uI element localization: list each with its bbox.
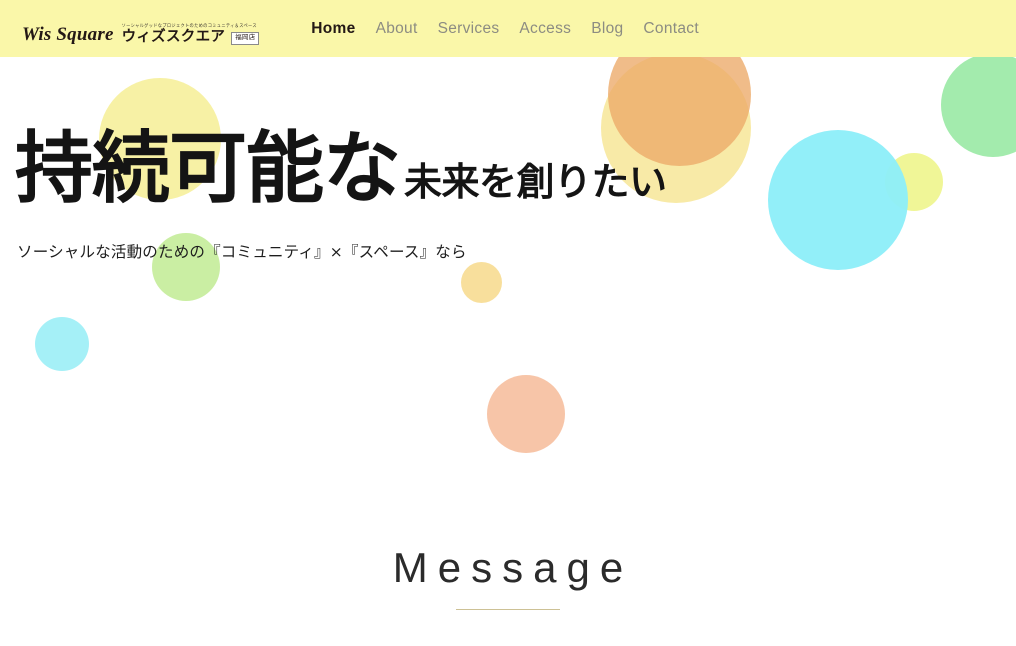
- logo-name-row: ウィズスクエア 福岡店: [122, 30, 260, 45]
- hero-title-sub: 未来を創りたい: [404, 160, 667, 204]
- message-section: Message: [0, 544, 1016, 611]
- hero-title: 持続可能な 未来を創りたい: [15, 130, 667, 208]
- hero-section: 持続可能な 未来を創りたい ソーシャルな活動のための『コミュニティ』×『スペース…: [0, 57, 1016, 457]
- nav-item-home[interactable]: Home: [301, 16, 365, 42]
- logo-tagline: ソーシャルグッドなプロジェクトのためのコミュニティ＆スペース: [121, 22, 257, 28]
- hero-lead-text: ソーシャルな活動のための『コミュニティ』×『スペース』なら: [17, 243, 467, 261]
- hero-title-main: 持続可能な: [15, 124, 401, 214]
- main-navigation: Home About Services Access Blog Contact: [301, 16, 709, 42]
- message-heading: Message: [392, 544, 634, 591]
- message-underline-rule: [456, 609, 560, 611]
- logo-branch-badge: 福岡店: [231, 32, 260, 45]
- logo-japanese-block: ソーシャルグッドなプロジェクトのためのコミュニティ＆スペース ウィズスクエア 福…: [121, 22, 260, 49]
- site-logo[interactable]: Wis Square ソーシャルグッドなプロジェクトのためのコミュニティ＆スペー…: [22, 9, 260, 49]
- nav-item-access[interactable]: Access: [509, 16, 581, 42]
- page-root: Wis Square ソーシャルグッドなプロジェクトのためのコミュニティ＆スペー…: [0, 0, 1016, 646]
- nav-item-contact[interactable]: Contact: [633, 16, 709, 42]
- nav-item-about[interactable]: About: [366, 16, 428, 42]
- logo-wordmark: Wis Square: [22, 23, 114, 45]
- site-header: Wis Square ソーシャルグッドなプロジェクトのためのコミュニティ＆スペー…: [0, 0, 1016, 57]
- nav-item-services[interactable]: Services: [428, 16, 510, 42]
- logo-name-jp: ウィズスクエア: [121, 29, 226, 45]
- nav-item-blog[interactable]: Blog: [581, 16, 633, 42]
